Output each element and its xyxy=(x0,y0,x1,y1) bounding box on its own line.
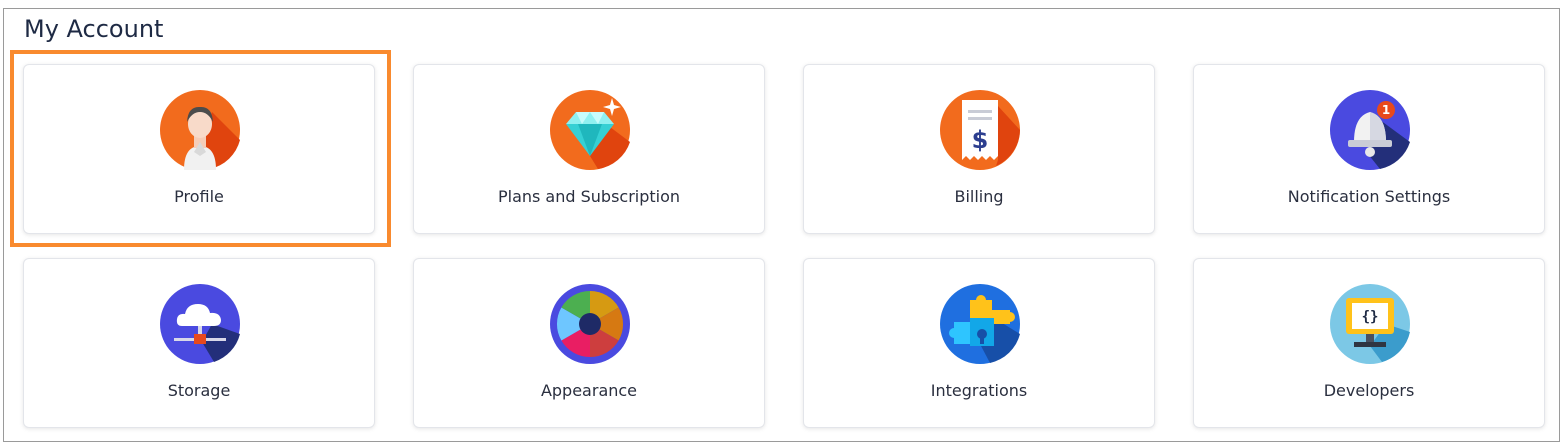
color-wheel-icon xyxy=(550,284,630,364)
appearance-card[interactable]: Appearance xyxy=(413,258,765,428)
card-label: Integrations xyxy=(930,381,1028,400)
receipt-dollar-icon: $ xyxy=(940,90,1020,170)
storage-card[interactable]: Storage xyxy=(23,258,375,428)
integrations-card[interactable]: Integrations xyxy=(803,258,1155,428)
card-label: Notification Settings xyxy=(1287,187,1451,206)
card-label: Profile xyxy=(174,187,224,206)
cloud-storage-icon xyxy=(160,284,240,364)
card-label: Developers xyxy=(1323,381,1415,400)
plans-subscription-card[interactable]: Plans and Subscription xyxy=(413,64,765,234)
page-title: My Account xyxy=(24,15,164,43)
svg-text:$: $ xyxy=(972,126,989,154)
card-label: Storage xyxy=(167,381,231,400)
profile-card[interactable]: Profile xyxy=(23,64,375,234)
developers-card[interactable]: {} Developers xyxy=(1193,258,1545,428)
profile-icon xyxy=(160,90,240,170)
puzzle-icon xyxy=(940,284,1020,364)
code-monitor-icon: {} xyxy=(1330,284,1410,364)
notification-settings-card[interactable]: 1 Notification Settings xyxy=(1193,64,1545,234)
billing-card[interactable]: $ Billing xyxy=(803,64,1155,234)
card-label: Appearance xyxy=(540,381,638,400)
card-label: Billing xyxy=(954,187,1004,206)
bell-icon: 1 xyxy=(1330,90,1410,170)
diamond-icon xyxy=(550,90,630,170)
svg-text:{}: {} xyxy=(1362,309,1379,325)
card-label: Plans and Subscription xyxy=(497,187,681,206)
notification-badge: 1 xyxy=(1382,103,1390,117)
